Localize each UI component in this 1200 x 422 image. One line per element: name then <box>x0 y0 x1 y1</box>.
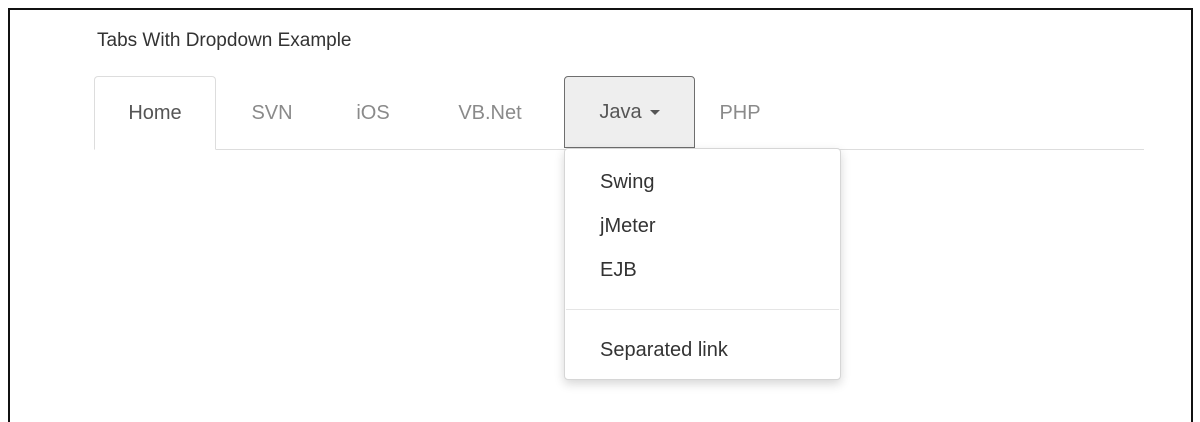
dropdown-item-swing[interactable]: Swing <box>600 171 654 194</box>
caret-down-icon <box>649 109 660 115</box>
page-title: Tabs With Dropdown Example <box>97 30 352 51</box>
tab-home-label: Home <box>128 101 182 124</box>
tab-java-dropdown-toggle[interactable]: Java <box>564 76 695 148</box>
java-dropdown-menu: Swing jMeter EJB Separated link <box>564 148 841 380</box>
tab-svn[interactable]: SVN <box>232 76 312 150</box>
tab-php-label: PHP <box>719 101 761 124</box>
tab-vbnet[interactable]: VB.Net <box>438 76 542 150</box>
tab-ios-label: iOS <box>356 101 390 124</box>
tab-home[interactable]: Home <box>94 76 216 150</box>
tab-ios[interactable]: iOS <box>340 76 406 150</box>
tab-java-label: Java <box>599 100 642 123</box>
dropdown-item-separated-link[interactable]: Separated link <box>600 339 728 362</box>
dropdown-item-jmeter[interactable]: jMeter <box>600 215 656 238</box>
tab-svn-label: SVN <box>251 101 293 124</box>
tab-vbnet-label: VB.Net <box>458 101 522 124</box>
dropdown-divider <box>566 309 839 310</box>
tab-php[interactable]: PHP <box>702 76 778 150</box>
dropdown-item-ejb[interactable]: EJB <box>600 259 637 282</box>
